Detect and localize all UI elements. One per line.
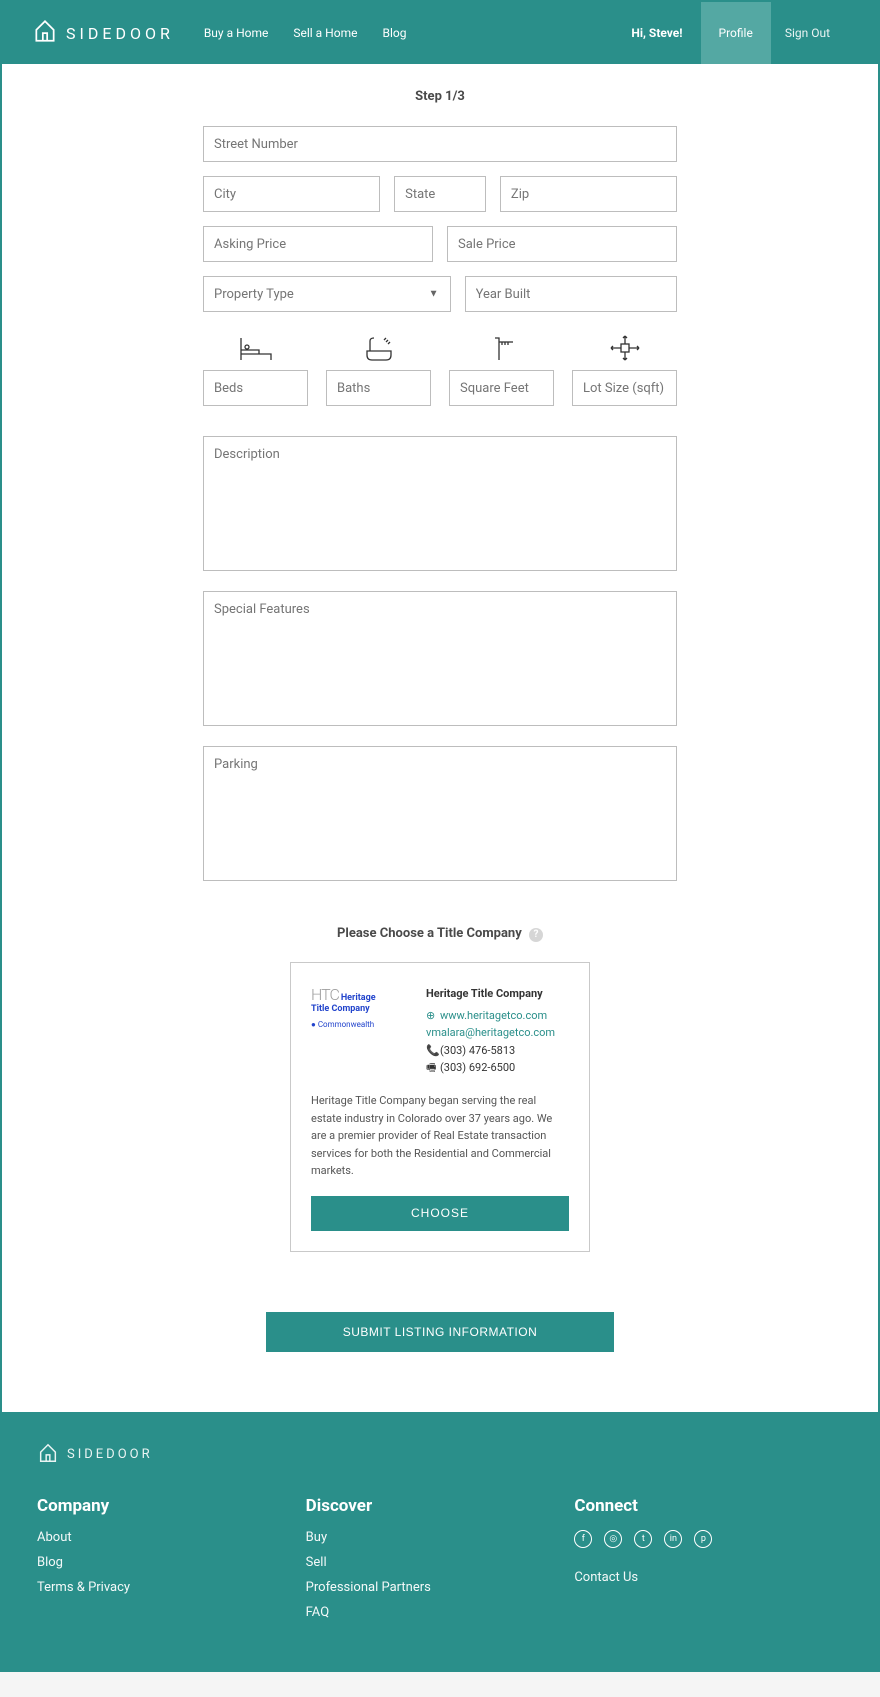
footer: SIDEDOOR Company About Blog Terms & Priv… — [2, 1412, 878, 1670]
description-textarea[interactable] — [203, 436, 677, 571]
footer-contact[interactable]: Contact Us — [574, 1570, 843, 1585]
greeting: Hi, Steve! — [613, 26, 700, 40]
company-email[interactable]: vmalara@heritagetco.com — [426, 1024, 569, 1042]
property-type-select[interactable]: Property Type — [203, 276, 451, 312]
footer-about[interactable]: About — [37, 1530, 306, 1545]
year-built-input[interactable] — [465, 276, 677, 312]
company-phone: 📞(303) 476-5813 — [426, 1042, 569, 1060]
nav-sign-out[interactable]: Sign Out — [771, 26, 848, 40]
footer-connect-heading: Connect — [574, 1496, 843, 1516]
sale-price-input[interactable] — [447, 226, 677, 262]
baths-input[interactable] — [326, 370, 431, 406]
main-nav: Buy a Home Sell a Home Blog — [204, 26, 407, 40]
logo[interactable]: SIDEDOOR — [32, 18, 174, 48]
ruler-icon — [487, 326, 517, 362]
footer-connect-col: Connect f ◎ t in p Contact Us — [574, 1496, 843, 1630]
instagram-icon[interactable]: ◎ — [604, 1530, 622, 1548]
footer-blog[interactable]: Blog — [37, 1555, 306, 1570]
door-icon — [37, 1442, 59, 1468]
footer-brand-text: SIDEDOOR — [67, 1447, 153, 1462]
linkedin-icon[interactable]: in — [664, 1530, 682, 1548]
footer-discover-col: Discover Buy Sell Professional Partners … — [306, 1496, 575, 1630]
pinterest-icon[interactable]: p — [694, 1530, 712, 1548]
main-header: SIDEDOOR Buy a Home Sell a Home Blog Hi,… — [2, 2, 878, 64]
nav-profile[interactable]: Profile — [701, 2, 771, 64]
special-features-textarea[interactable] — [203, 591, 677, 726]
state-input[interactable] — [394, 176, 486, 212]
zip-input[interactable] — [500, 176, 677, 212]
street-number-input[interactable] — [203, 126, 677, 162]
city-input[interactable] — [203, 176, 380, 212]
title-company-heading: Please Choose a Title Company ? — [2, 926, 878, 942]
company-website[interactable]: ⊕www.heritagetco.com — [426, 1007, 569, 1025]
footer-discover-heading: Discover — [306, 1496, 575, 1516]
lot-size-input[interactable] — [572, 370, 677, 406]
parking-textarea[interactable] — [203, 746, 677, 881]
nav-buy-home[interactable]: Buy a Home — [204, 26, 269, 40]
title-company-card: HTCHeritageTitle Company ● Commonwealth … — [290, 962, 590, 1252]
footer-buy[interactable]: Buy — [306, 1530, 575, 1545]
fax-icon: 🖷 — [426, 1059, 437, 1077]
user-nav: Hi, Steve! Profile Sign Out — [613, 26, 848, 40]
step-indicator: Step 1/3 — [2, 89, 878, 104]
brand-text: SIDEDOOR — [66, 24, 174, 43]
bath-icon — [364, 326, 394, 362]
company-name: Heritage Title Company — [426, 985, 569, 1003]
submit-listing-button[interactable]: SUBMIT LISTING INFORMATION — [266, 1312, 614, 1352]
footer-company-col: Company About Blog Terms & Privacy — [37, 1496, 306, 1630]
help-icon[interactable]: ? — [529, 928, 543, 942]
footer-logo[interactable]: SIDEDOOR — [37, 1442, 843, 1468]
company-logo: HTCHeritageTitle Company ● Commonwealth — [311, 985, 411, 1077]
footer-terms[interactable]: Terms & Privacy — [37, 1580, 306, 1595]
social-icons: f ◎ t in p — [574, 1530, 843, 1548]
phone-icon: 📞 — [426, 1042, 437, 1060]
door-icon — [32, 18, 58, 48]
company-description: Heritage Title Company began serving the… — [311, 1092, 569, 1180]
beds-input[interactable] — [203, 370, 308, 406]
company-fax: 🖷(303) 692-6500 — [426, 1059, 569, 1077]
square-feet-input[interactable] — [449, 370, 554, 406]
footer-faq[interactable]: FAQ — [306, 1605, 575, 1620]
choose-company-button[interactable]: CHOOSE — [311, 1196, 569, 1231]
footer-sell[interactable]: Sell — [306, 1555, 575, 1570]
footer-company-heading: Company — [37, 1496, 306, 1516]
facebook-icon[interactable]: f — [574, 1530, 592, 1548]
asking-price-input[interactable] — [203, 226, 433, 262]
lot-size-icon — [608, 326, 642, 362]
nav-sell-home[interactable]: Sell a Home — [293, 26, 357, 40]
nav-blog[interactable]: Blog — [382, 26, 406, 40]
listing-form-page: Step 1/3 Property Type ▼ — [2, 64, 878, 1412]
globe-icon: ⊕ — [426, 1007, 437, 1025]
twitter-icon[interactable]: t — [634, 1530, 652, 1548]
footer-partners[interactable]: Professional Partners — [306, 1580, 575, 1595]
bed-icon — [239, 326, 273, 362]
